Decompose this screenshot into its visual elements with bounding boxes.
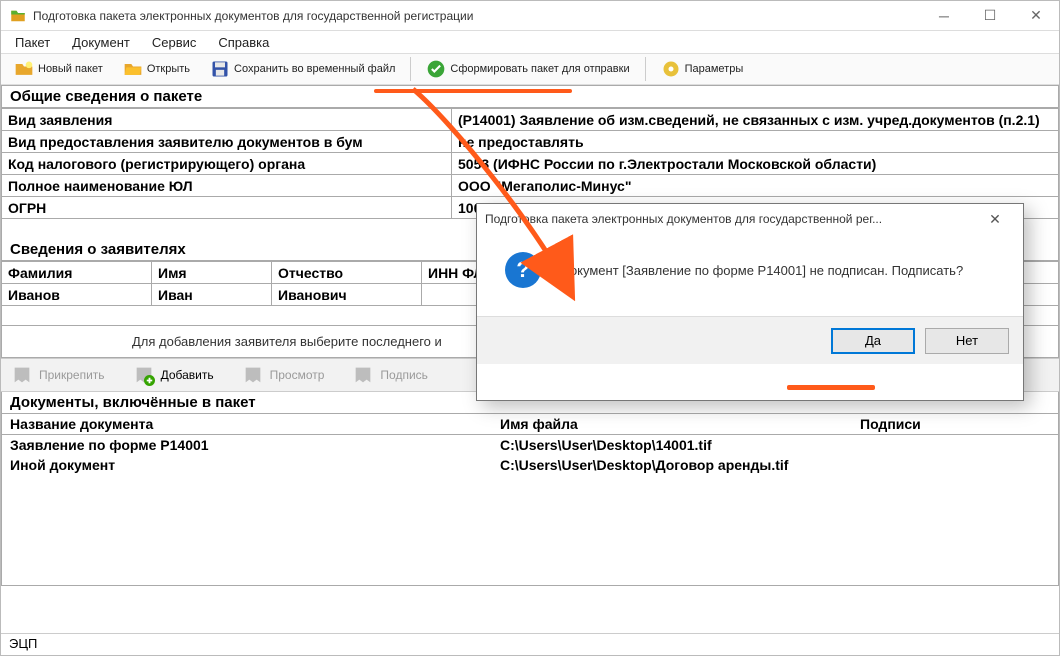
doc-file: C:\Users\User\Desktop\14001.tif: [492, 435, 852, 456]
form-package-label: Сформировать пакет для отправки: [450, 63, 629, 75]
menu-document[interactable]: Документ: [62, 33, 140, 52]
dialog-footer: Да Нет: [477, 316, 1023, 364]
save-icon: [210, 59, 230, 79]
doc-row[interactable]: Иной документ C:\Users\User\Desktop\Дого…: [2, 455, 1058, 475]
doc-sigs: [852, 435, 1058, 456]
add-label: Добавить: [161, 368, 214, 382]
params-label: Параметры: [685, 63, 744, 75]
col-patronymic: Отчество: [272, 262, 422, 284]
toolbar-separator: [645, 57, 646, 81]
new-package-label: Новый пакет: [38, 63, 103, 75]
menu-help[interactable]: Справка: [208, 33, 279, 52]
menu-package[interactable]: Пакет: [5, 33, 60, 52]
doc-sigs: [852, 455, 1058, 475]
doc-file: C:\Users\User\Desktop\Договор аренды.tif: [492, 455, 852, 475]
add-icon: [133, 364, 155, 386]
view-button[interactable]: Просмотр: [242, 364, 325, 386]
menu-service[interactable]: Сервис: [142, 33, 207, 52]
app-icon: [9, 7, 27, 25]
prop-label: Полное наименование ЮЛ: [2, 175, 452, 197]
attach-icon: [11, 364, 33, 386]
dialog-no-button[interactable]: Нет: [925, 328, 1009, 354]
dialog-yes-button[interactable]: Да: [831, 328, 915, 354]
save-temp-button[interactable]: Сохранить во временный файл: [203, 56, 402, 82]
save-temp-label: Сохранить во временный файл: [234, 63, 395, 75]
app-window: Подготовка пакета электронных документов…: [0, 0, 1060, 656]
statusbar: ЭЦП: [1, 633, 1059, 655]
titlebar: Подготовка пакета электронных документов…: [1, 1, 1059, 31]
menubar: Пакет Документ Сервис Справка: [1, 31, 1059, 53]
dialog-message: Документ [Заявление по форме Р14001] не …: [561, 263, 963, 278]
prop-value[interactable]: (Р14001) Заявление об изм.сведений, не с…: [452, 109, 1059, 131]
open-button[interactable]: Открыть: [116, 56, 197, 82]
open-label: Открыть: [147, 63, 190, 75]
form-package-button[interactable]: Сформировать пакет для отправки: [419, 56, 636, 82]
prop-label: Код налогового (регистрирующего) органа: [2, 153, 452, 175]
documents-list: Название документа Имя файла Подписи Зая…: [1, 414, 1059, 586]
prop-label: Вид заявления: [2, 109, 452, 131]
dialog-title: Подготовка пакета электронных документов…: [485, 212, 882, 226]
annotation-highlight: [374, 89, 572, 93]
check-round-icon: [426, 59, 446, 79]
prop-value[interactable]: ООО "Мегаполис-Минус": [452, 175, 1059, 197]
params-button[interactable]: Параметры: [654, 56, 751, 82]
col-filename: Имя файла: [492, 414, 852, 435]
question-icon: ?: [505, 252, 541, 288]
applicant-lastname[interactable]: Иванов: [2, 284, 152, 306]
prop-label: Вид предоставления заявителю документов …: [2, 131, 452, 153]
attach-button[interactable]: Прикрепить: [11, 364, 105, 386]
col-firstname: Имя: [152, 262, 272, 284]
window-title: Подготовка пакета электронных документов…: [33, 9, 921, 23]
sign-icon: [352, 364, 374, 386]
new-package-button[interactable]: Новый пакет: [7, 56, 110, 82]
applicant-patronymic[interactable]: Иванович: [272, 284, 422, 306]
dialog-body: ? Документ [Заявление по форме Р14001] н…: [477, 234, 1023, 316]
doc-name: Заявление по форме Р14001: [2, 435, 492, 456]
annotation-highlight: [787, 385, 875, 390]
dialog-close-button[interactable]: ✕: [975, 211, 1015, 228]
status-text: ЭЦП: [9, 636, 37, 651]
dialog-titlebar: Подготовка пакета электронных документов…: [477, 204, 1023, 234]
gear-icon: [661, 59, 681, 79]
doc-name: Иной документ: [2, 455, 492, 475]
prop-value[interactable]: 5053 (ИФНС России по г.Электростали Моск…: [452, 153, 1059, 175]
prop-value[interactable]: не предоставлять: [452, 131, 1059, 153]
close-button[interactable]: ✕: [1013, 1, 1059, 31]
sign-button[interactable]: Подпись: [352, 364, 428, 386]
maximize-button[interactable]: ☐: [967, 1, 1013, 31]
col-docname: Название документа: [2, 414, 492, 435]
col-signatures: Подписи: [852, 414, 1058, 435]
minimize-button[interactable]: ─: [921, 1, 967, 31]
attach-label: Прикрепить: [39, 368, 105, 382]
folder-open-icon: [123, 59, 143, 79]
doc-row[interactable]: Заявление по форме Р14001 C:\Users\User\…: [2, 435, 1058, 456]
view-label: Просмотр: [270, 368, 325, 382]
view-icon: [242, 364, 264, 386]
applicant-firstname[interactable]: Иван: [152, 284, 272, 306]
confirm-dialog: Подготовка пакета электронных документов…: [476, 203, 1024, 401]
toolbar-separator: [410, 57, 411, 81]
sign-label: Подпись: [380, 368, 428, 382]
toolbar: Новый пакет Открыть Сохранить во временн…: [1, 53, 1059, 85]
folder-new-icon: [14, 59, 34, 79]
col-lastname: Фамилия: [2, 262, 152, 284]
prop-label: ОГРН: [2, 197, 452, 219]
add-button[interactable]: Добавить: [133, 364, 214, 386]
